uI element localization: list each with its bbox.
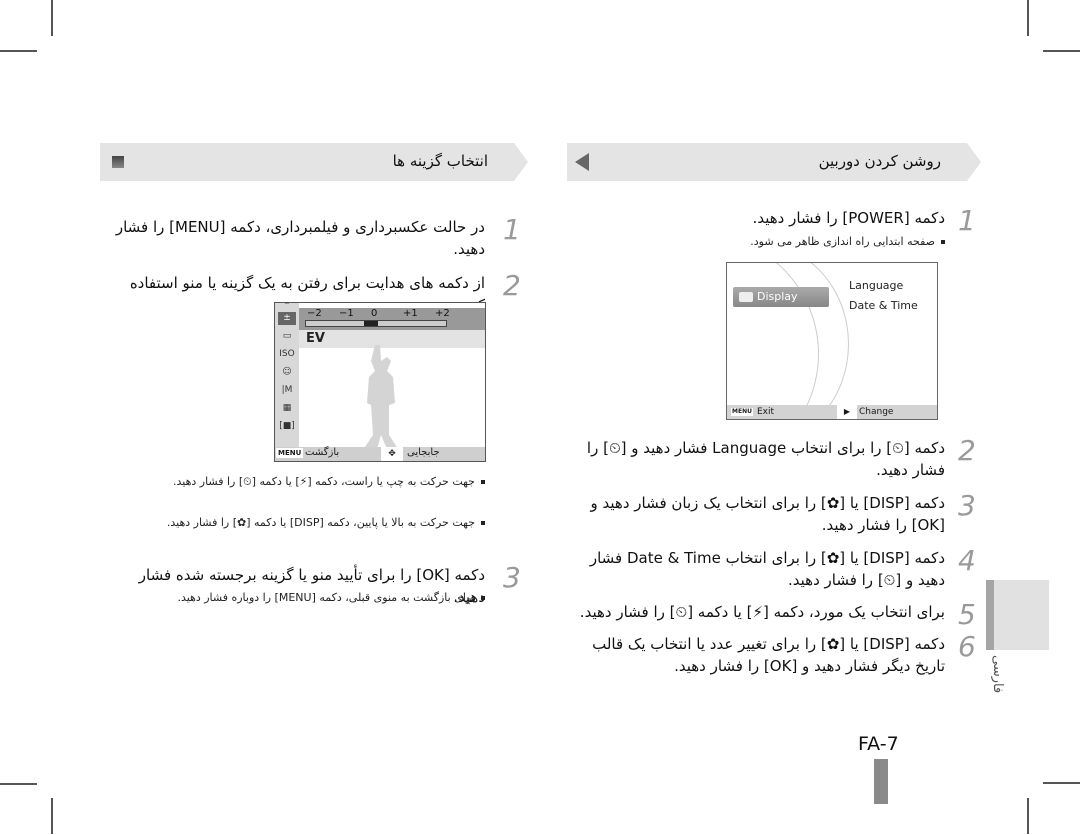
header-arrow xyxy=(967,143,981,181)
step-number: 5 xyxy=(958,598,976,631)
step-text: دکمه [DISP] یا [✿] را برای تغییر عدد یا … xyxy=(592,635,945,675)
section-header-power-on: روشن کردن دوربین xyxy=(567,143,981,181)
subject-silhouette xyxy=(365,345,397,449)
section-header-options: انتخاب گزینه ها xyxy=(100,143,528,181)
change-label: Change xyxy=(859,407,894,417)
menu-item-label: Display xyxy=(757,290,798,303)
right-step-3: دکمه [DISP] یا [✿] را برای انتخاب یک زبا… xyxy=(560,492,945,536)
section-arrow-icon xyxy=(575,153,589,171)
option-language[interactable]: Language xyxy=(849,279,903,292)
tab-edge xyxy=(986,580,994,650)
bullet-text: جهت حرکت به چپ یا راست، دکمه [⚡] یا دکمه… xyxy=(172,475,475,488)
ev-label: EV xyxy=(306,331,325,346)
step-text: در حالت عکسبرداری و فیلمبرداری، دکمه [ME… xyxy=(115,218,485,258)
exit-label: Exit xyxy=(757,407,775,417)
move-label: جابجایی xyxy=(407,447,440,458)
bullet-back: برای بازگشت به منوی قبلی، دکمه [MENU] را… xyxy=(110,588,485,608)
step-number: 6 xyxy=(958,630,976,663)
iso-icon: ISO xyxy=(279,349,295,359)
bullet-marker xyxy=(481,596,485,600)
page-marker-bar xyxy=(874,759,888,804)
camera-ev-screen: ⌃ ± ▭ ISO ☺ |M ▦ [■] −2 −1 0 +1 +2 EV ME… xyxy=(274,302,486,462)
ev-tick: +2 xyxy=(435,308,450,319)
camera-side-menu: ⌃ ± ▭ ISO ☺ |M ▦ [■] xyxy=(275,301,299,447)
display-icon xyxy=(739,292,753,302)
crop-mark xyxy=(51,0,53,36)
step-text: دکمه [POWER] را فشار دهید. xyxy=(752,209,945,227)
step-number: 2 xyxy=(503,269,521,302)
step-number: 3 xyxy=(958,489,976,522)
dpad-icon: ✥ xyxy=(381,447,403,461)
left-step-1: در حالت عکسبرداری و فیلمبرداری، دکمه [ME… xyxy=(110,216,485,260)
step-number: 4 xyxy=(958,544,976,577)
bullet-up-down: جهت حرکت به بالا یا پایین، دکمه [DISP] ی… xyxy=(110,513,485,533)
bullet-left-right: جهت حرکت به چپ یا راست، دکمه [⚡] یا دکمه… xyxy=(110,472,485,492)
section-title: روشن کردن دوربین xyxy=(818,152,941,170)
option-date-time[interactable]: Date & Time xyxy=(849,299,918,312)
bullet-text: برای بازگشت به منوی قبلی، دکمه [MENU] را… xyxy=(177,591,475,604)
header-arrow xyxy=(514,143,528,181)
crop-mark xyxy=(0,783,37,785)
decor-arc xyxy=(727,263,849,419)
ev-tick: −2 xyxy=(307,308,322,319)
menu-key: MENU xyxy=(731,408,753,416)
display-footer: MENU Exit ▶ Change xyxy=(727,405,937,419)
menu-key: MENU xyxy=(276,448,304,458)
step-number: 3 xyxy=(503,561,521,594)
right-step-1: دکمه [POWER] را فشار دهید. xyxy=(560,207,945,229)
metering-icon: [■] xyxy=(279,421,295,431)
ev-scale-bar: −2 −1 0 +1 +2 xyxy=(299,308,485,330)
language-tab xyxy=(986,580,1049,650)
right-step-2: دکمه [⏲] را برای انتخاب Language فشار ده… xyxy=(560,437,945,481)
crop-mark xyxy=(1043,782,1080,784)
ev-slider-thumb[interactable] xyxy=(364,321,378,326)
camera-footer: MENU بازگشت ✥ جابجایی xyxy=(275,447,485,461)
ev-icon: ± xyxy=(278,312,296,325)
ev-tick: 0 xyxy=(371,308,378,319)
wb-icon: ▭ xyxy=(282,331,292,341)
bullet-marker xyxy=(481,480,485,484)
crop-mark xyxy=(1027,798,1029,834)
camera-display-screen: Display Language Date & Time MENU Exit ▶… xyxy=(726,262,938,420)
bullet-startup: صفحه ابتدایی راه اندازی ظاهر می شود. xyxy=(560,232,945,252)
ev-tick: −1 xyxy=(339,308,354,319)
step-number: 2 xyxy=(958,434,976,467)
bullet-text: جهت حرکت به بالا یا پایین، دکمه [DISP] ی… xyxy=(166,516,475,529)
crop-mark xyxy=(0,50,37,52)
section-marker-icon xyxy=(112,156,124,168)
step-text: دکمه [DISP] یا [✿] را برای انتخاب Date &… xyxy=(589,549,945,589)
step-text: دکمه [DISP] یا [✿] را برای انتخاب یک زبا… xyxy=(590,494,945,534)
scroll-up-icon: ⌃ xyxy=(283,301,291,310)
step-number: 1 xyxy=(503,213,521,246)
back-label: بازگشت xyxy=(305,447,340,458)
page-number: FA-7 xyxy=(858,733,899,755)
size-icon: |M xyxy=(281,385,293,395)
bullet-marker xyxy=(481,521,485,525)
crop-mark xyxy=(1043,50,1080,52)
bullet-text: صفحه ابتدایی راه اندازی ظاهر می شود. xyxy=(750,235,935,248)
step-text: برای انتخاب یک مورد، دکمه [⚡] یا دکمه [⏲… xyxy=(579,603,945,621)
right-step-4: دکمه [DISP] یا [✿] را برای انتخاب Date &… xyxy=(560,547,945,591)
face-detect-off-icon: ☺ xyxy=(282,367,292,377)
step-number: 1 xyxy=(958,204,976,237)
step-text: دکمه [⏲] را برای انتخاب Language فشار ده… xyxy=(586,439,945,479)
play-arrow-icon: ▶ xyxy=(837,405,857,419)
language-tab-label: فارسی xyxy=(990,655,1005,694)
right-step-6: دکمه [DISP] یا [✿] را برای تغییر عدد یا … xyxy=(560,633,945,677)
ev-slider[interactable] xyxy=(305,320,447,327)
right-step-5: برای انتخاب یک مورد، دکمه [⚡] یا دکمه [⏲… xyxy=(560,601,945,623)
section-title: انتخاب گزینه ها xyxy=(392,152,488,170)
menu-item-display[interactable]: Display xyxy=(733,287,829,307)
bullet-marker xyxy=(941,240,945,244)
ev-tick: +1 xyxy=(403,308,418,319)
crop-mark xyxy=(1027,0,1029,36)
quality-icon: ▦ xyxy=(282,403,292,413)
crop-mark xyxy=(51,798,53,834)
